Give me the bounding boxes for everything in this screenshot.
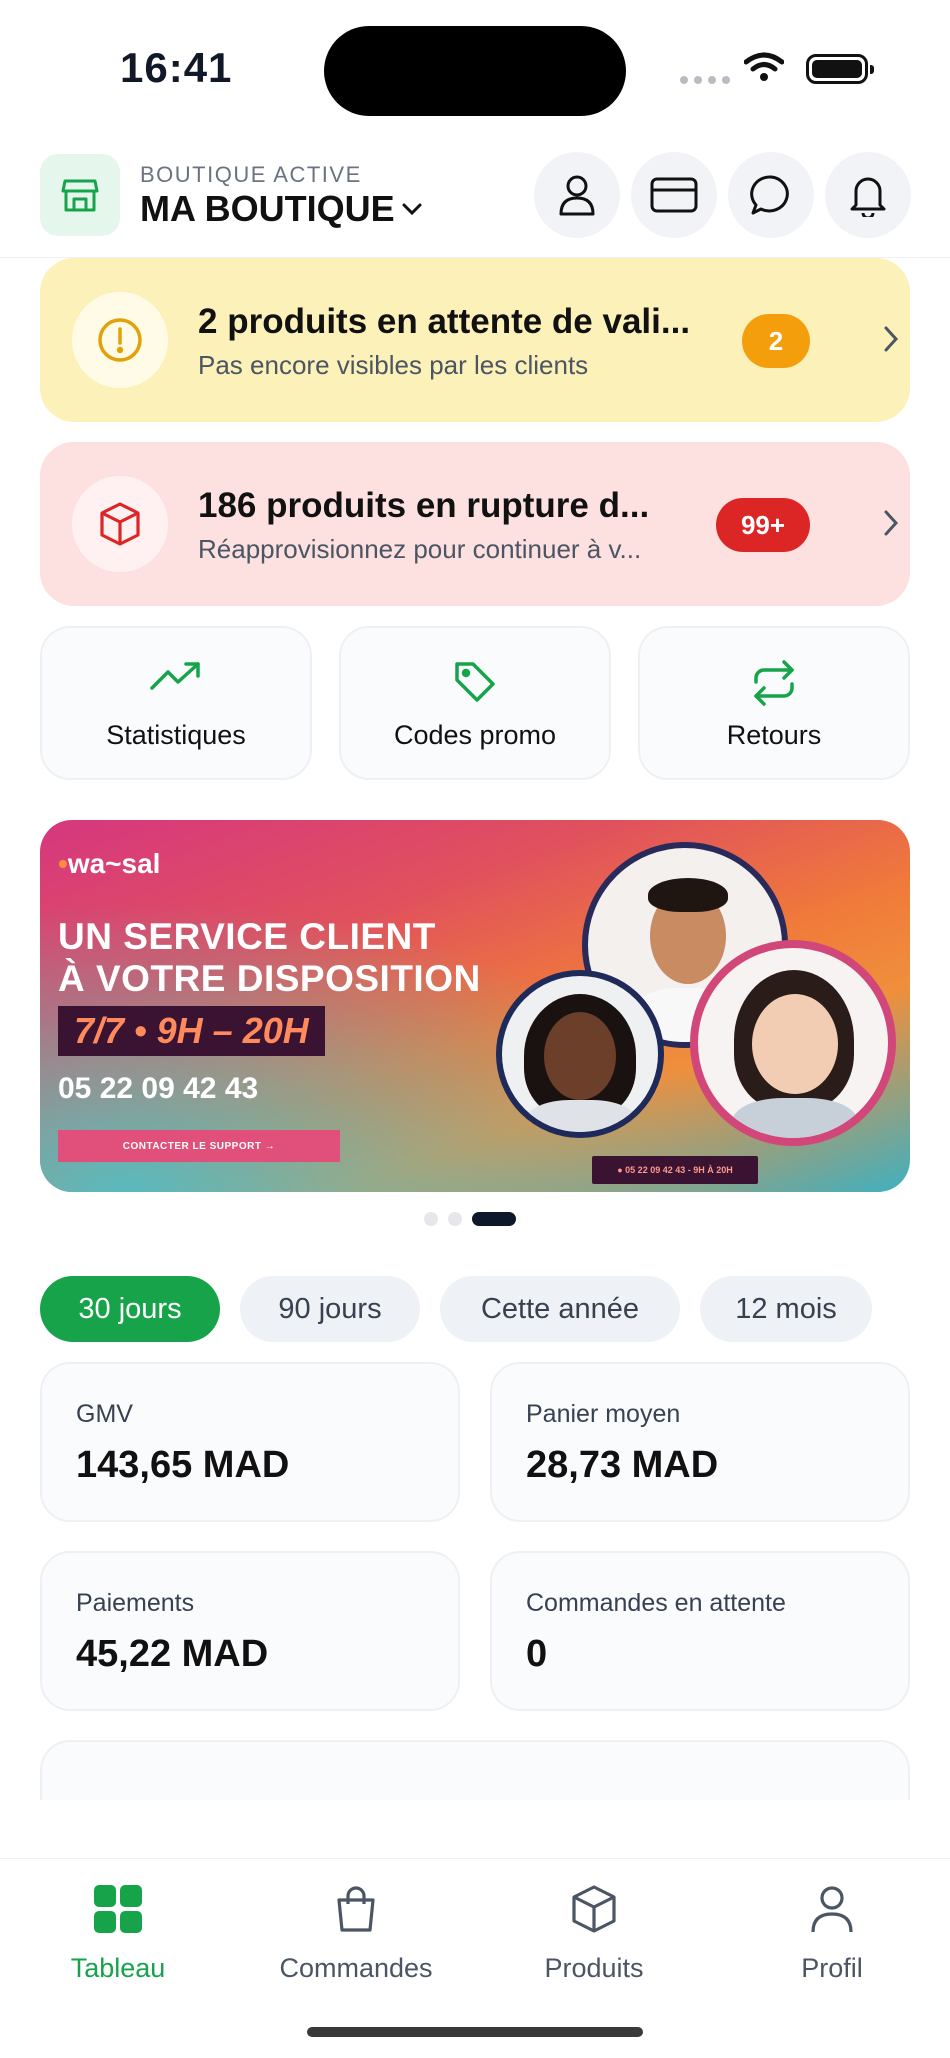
user-icon [810,1879,854,1939]
tab-label: Commandes [279,1953,433,1983]
out-of-stock-alert[interactable]: 186 produits en rupture d... Réapprovisi… [40,442,910,606]
stat-card-payments[interactable]: Paiements 45,22 MAD [40,1551,460,1711]
stat-card-pending-orders[interactable]: Commandes en attente 0 [490,1551,910,1711]
alert-badge: 99+ [716,498,810,552]
bag-icon [334,1879,378,1939]
tab-products[interactable]: Produits [494,1879,694,1984]
signal-icon [680,76,730,84]
alert-title: 2 produits en attente de vali... [198,302,691,341]
store-label: BOUTIQUE ACTIVE [140,162,362,187]
alert-badge: 2 [742,314,810,368]
returns-button[interactable]: Retours [638,626,910,780]
stat-label: Paiements [76,1589,195,1617]
chevron-right-icon [884,326,899,352]
stat-label: Panier moyen [526,1400,681,1428]
chevron-down-icon [402,203,422,216]
stat-value: 28,73 MAD [526,1444,719,1486]
banner-hours: 7/7 • 9H – 20H [58,1006,325,1056]
user-button[interactable] [534,152,620,238]
stat-value: 143,65 MAD [76,1444,290,1486]
banner-logo: •wa~sal [58,848,161,879]
bell-icon [850,177,886,217]
box-icon [570,1879,618,1939]
period-12-months[interactable]: 12 mois [700,1276,872,1342]
tab-dashboard[interactable]: Tableau [18,1879,218,1984]
warning-icon [72,292,168,388]
stat-card-average-basket[interactable]: Panier moyen 28,73 MAD [490,1362,910,1522]
store-selector[interactable]: MA BOUTIQUE [140,188,423,230]
tab-label: Tableau [70,1953,166,1983]
stat-value: 45,22 MAD [76,1633,269,1675]
returns-label: Retours [726,720,822,750]
carousel-dot-active [472,1212,516,1226]
tab-label: Produits [544,1953,644,1983]
box-icon [72,476,168,572]
promo-banner[interactable]: •wa~sal UN SERVICE CLIENT À VOTRE DISPOS… [40,820,910,1192]
pending-products-alert[interactable]: 2 produits en attente de vali... Pas enc… [40,258,910,422]
stat-label: GMV [76,1400,133,1428]
stat-card-gmv[interactable]: GMV 143,65 MAD [40,1362,460,1522]
wifi-icon [744,52,784,81]
alert-subtitle: Réapprovisionnez pour continuer à v... [198,534,642,564]
user-icon [559,175,595,216]
alert-title: 186 produits en rupture d... [198,486,650,525]
period-90-days[interactable]: 90 jours [240,1276,420,1342]
status-time: 16:41 [120,44,233,91]
tab-profile[interactable]: Profil [732,1879,932,1984]
stat-label: Commandes en attente [526,1589,786,1617]
status-bar: 16:41 [0,0,950,140]
store-name: MA BOUTIQUE [140,188,395,229]
carousel-indicator [424,1212,516,1226]
notifications-button[interactable] [825,152,911,238]
stat-value: 0 [526,1633,548,1675]
chevron-right-icon [884,510,899,536]
carousel-dot [448,1212,462,1226]
banner-phone: 05 22 09 42 43 [58,1072,259,1105]
alert-subtitle: Pas encore visibles par les clients [198,350,589,380]
repeat-icon [640,660,908,706]
chat-button[interactable] [728,152,814,238]
promo-codes-label: Codes promo [393,720,557,750]
tag-icon [341,660,609,704]
battery-icon [806,54,874,84]
next-card [40,1740,910,1800]
period-this-year[interactable]: Cette année [440,1276,680,1342]
banner-headline: UN SERVICE CLIENT À VOTRE DISPOSITION [58,916,481,999]
banner-mini-phone: ● 05 22 09 42 43 - 9H À 20H [592,1156,758,1184]
card-button[interactable] [631,152,717,238]
card-icon [650,177,698,213]
header: BOUTIQUE ACTIVE MA BOUTIQUE [0,150,950,258]
chat-icon [750,175,789,215]
carousel-dot [424,1212,438,1226]
agent-photo-woman-1 [496,970,664,1138]
dynamic-island [324,26,626,116]
tab-orders[interactable]: Commandes [256,1879,456,1984]
bottom-tab-bar: Tableau Commandes Produits Profil [0,1858,950,2058]
home-indicator [307,2027,643,2037]
period-30-days[interactable]: 30 jours [40,1276,220,1342]
statistics-label: Statistiques [106,720,246,750]
agent-photo-woman-2 [690,940,896,1146]
promo-codes-button[interactable]: Codes promo [339,626,611,780]
grid-icon [92,1879,144,1939]
store-icon[interactable] [40,154,120,236]
banner-cta[interactable]: CONTACTER LE SUPPORT → [58,1130,340,1162]
statistics-button[interactable]: Statistiques [40,626,312,780]
tab-label: Profil [801,1953,863,1983]
trending-up-icon [42,660,310,692]
